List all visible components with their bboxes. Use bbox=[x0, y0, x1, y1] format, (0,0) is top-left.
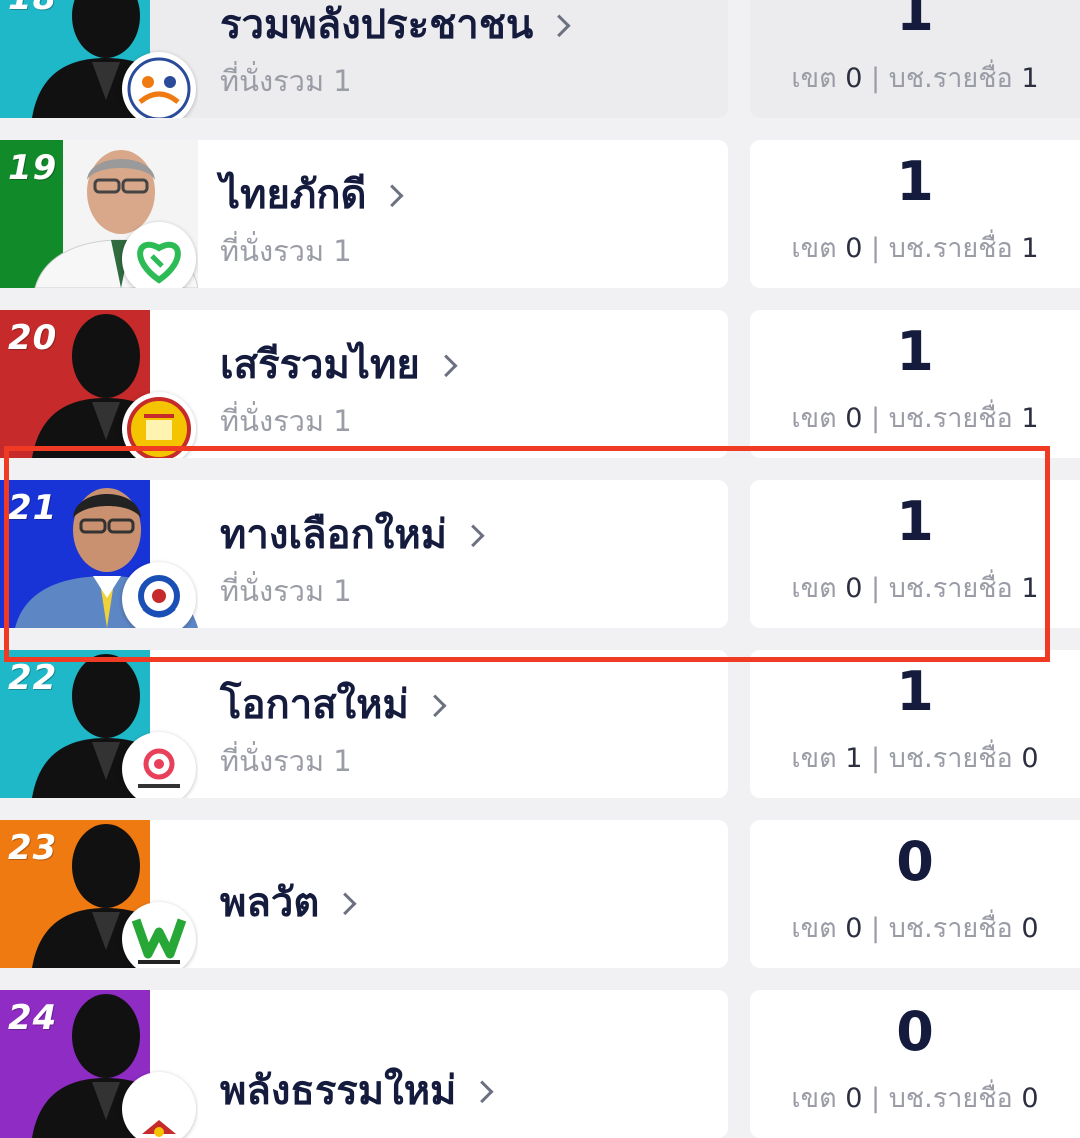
chevron-right-icon bbox=[548, 14, 571, 38]
party-logo-icon bbox=[122, 732, 196, 798]
party-name: พลวัต bbox=[220, 880, 320, 926]
party-number: 19 bbox=[8, 148, 58, 188]
party-card[interactable]: 19 ไทยภักดี ที่นั่งรวม 1 bbox=[0, 140, 728, 288]
party-logo-icon bbox=[122, 902, 196, 968]
district-value: 0 bbox=[845, 1083, 863, 1114]
party-logo-icon bbox=[122, 52, 196, 118]
party-row[interactable]: 18 รวมพลังประชาชน ที่นั่งรวม 1 1 เขต 0 |… bbox=[0, 0, 1080, 118]
party-name: รวมพลังประชาชน bbox=[220, 2, 534, 48]
candidate-portrait: 18 bbox=[0, 0, 198, 118]
party-number: 22 bbox=[8, 658, 58, 698]
district-label: เขต bbox=[791, 233, 837, 264]
chevron-right-icon bbox=[423, 694, 447, 718]
party-row[interactable]: 23 พลวัต 0 เขต 0 | บช.รายชื่อ 0 bbox=[0, 798, 1080, 968]
party-row[interactable]: 24 พลังธรรมใหม่ 0 เขต 0 | บช.รายชื่อ 0 bbox=[0, 968, 1080, 1138]
total-seats-label: ที่นั่งรวม 1 bbox=[220, 744, 352, 778]
seat-summary-card: 1 เขต 1 | บช.รายชื่อ 0 bbox=[750, 650, 1080, 798]
district-value: 0 bbox=[845, 233, 863, 264]
party-name-link[interactable]: พลวัต bbox=[220, 870, 357, 934]
party-list-value: 0 bbox=[1021, 1083, 1039, 1114]
seat-count: 1 bbox=[896, 0, 934, 43]
party-logo-icon bbox=[122, 222, 196, 288]
chevron-right-icon bbox=[334, 892, 357, 916]
party-card[interactable]: 18 รวมพลังประชาชน ที่นั่งรวม 1 bbox=[0, 0, 728, 118]
district-value: 0 bbox=[845, 913, 863, 944]
party-logo-icon bbox=[122, 1072, 196, 1138]
party-row[interactable]: 20 เสรีรวมไทย ที่นั่งรวม 1 1 เขต 0 | บช.… bbox=[0, 288, 1080, 458]
total-seats-label: ที่นั่งรวม 1 bbox=[220, 234, 352, 268]
chevron-right-icon bbox=[381, 184, 405, 208]
chevron-right-icon bbox=[434, 354, 458, 378]
highlight-box bbox=[4, 446, 1050, 662]
party-name: โอกาสใหม่ bbox=[220, 682, 409, 728]
party-list-label: บช.รายชื่อ bbox=[888, 743, 1013, 774]
district-value: 0 bbox=[845, 63, 863, 94]
seat-count: 1 bbox=[896, 150, 934, 213]
seat-summary-card: 0 เขต 0 | บช.รายชื่อ 0 bbox=[750, 820, 1080, 968]
party-list-value: 1 bbox=[1021, 403, 1039, 434]
seat-count: 0 bbox=[896, 830, 934, 893]
party-name: เสรีรวมไทย bbox=[220, 342, 420, 388]
seat-summary-card: 1 เขต 0 | บช.รายชื่อ 1 bbox=[750, 310, 1080, 458]
party-list-value: 0 bbox=[1021, 913, 1039, 944]
party-list-label: บช.รายชื่อ bbox=[888, 403, 1013, 434]
party-name-link[interactable]: โอกาสใหม่ bbox=[220, 672, 447, 736]
party-name: พลังธรรมใหม่ bbox=[220, 1068, 457, 1114]
party-list-label: บช.รายชื่อ bbox=[888, 913, 1013, 944]
party-name-link[interactable]: เสรีรวมไทย bbox=[220, 332, 458, 396]
seat-count: 0 bbox=[896, 1000, 934, 1063]
seat-breakdown: เขต 1 | บช.รายชื่อ 0 bbox=[791, 743, 1039, 774]
seat-count: 1 bbox=[896, 320, 934, 383]
candidate-portrait: 24 bbox=[0, 990, 198, 1138]
party-row[interactable]: 19 ไทยภักดี ที่นั่งรวม 1 1 เขต 0 | บช.รา… bbox=[0, 118, 1080, 288]
district-label: เขต bbox=[791, 63, 837, 94]
party-card[interactable]: 20 เสรีรวมไทย ที่นั่งรวม 1 bbox=[0, 310, 728, 458]
party-list-label: บช.รายชื่อ bbox=[888, 63, 1013, 94]
seat-summary-card: 1 เขต 0 | บช.รายชื่อ 1 bbox=[750, 140, 1080, 288]
party-list-value: 1 bbox=[1021, 233, 1039, 264]
seat-breakdown: เขต 0 | บช.รายชื่อ 0 bbox=[791, 1083, 1039, 1114]
party-name-link[interactable]: พลังธรรมใหม่ bbox=[220, 1058, 494, 1122]
chevron-right-icon bbox=[471, 1080, 494, 1104]
candidate-portrait: 22 bbox=[0, 650, 198, 798]
party-list-value: 1 bbox=[1021, 63, 1039, 94]
party-card[interactable]: 24 พลังธรรมใหม่ bbox=[0, 990, 728, 1138]
party-number: 18 bbox=[8, 0, 57, 18]
party-name-link[interactable]: รวมพลังประชาชน bbox=[220, 0, 571, 56]
total-seats-label: ที่นั่งรวม 1 bbox=[220, 64, 352, 98]
party-card[interactable]: 22 โอกาสใหม่ ที่นั่งรวม 1 bbox=[0, 650, 728, 798]
party-list-label: บช.รายชื่อ bbox=[888, 233, 1013, 264]
party-name: ไทยภักดี bbox=[220, 172, 367, 218]
party-name-link[interactable]: ไทยภักดี bbox=[220, 162, 405, 226]
party-card[interactable]: 23 พลวัต bbox=[0, 820, 728, 968]
district-value: 0 bbox=[845, 403, 863, 434]
party-list-value: 0 bbox=[1021, 743, 1039, 774]
candidate-portrait: 19 bbox=[0, 140, 198, 288]
district-value: 1 bbox=[845, 743, 863, 774]
seat-breakdown: เขต 0 | บช.รายชื่อ 1 bbox=[791, 63, 1039, 94]
party-list-label: บช.รายชื่อ bbox=[888, 1083, 1013, 1114]
party-number: 20 bbox=[8, 318, 58, 358]
seat-breakdown: เขต 0 | บช.รายชื่อ 0 bbox=[791, 913, 1039, 944]
candidate-portrait: 20 bbox=[0, 310, 198, 458]
district-label: เขต bbox=[791, 1083, 837, 1114]
party-number: 23 bbox=[8, 828, 58, 868]
seat-summary-card: 0 เขต 0 | บช.รายชื่อ 0 bbox=[750, 990, 1080, 1138]
district-label: เขต bbox=[791, 743, 837, 774]
total-seats-label: ที่นั่งรวม 1 bbox=[220, 404, 352, 438]
seat-summary-card: 1 เขต 0 | บช.รายชื่อ 1 bbox=[750, 0, 1080, 118]
candidate-portrait: 23 bbox=[0, 820, 198, 968]
seat-breakdown: เขต 0 | บช.รายชื่อ 1 bbox=[791, 233, 1039, 264]
district-label: เขต bbox=[791, 403, 837, 434]
district-label: เขต bbox=[791, 913, 837, 944]
party-number: 24 bbox=[8, 998, 58, 1038]
seat-breakdown: เขต 0 | บช.รายชื่อ 1 bbox=[791, 403, 1039, 434]
seat-count: 1 bbox=[896, 660, 934, 723]
